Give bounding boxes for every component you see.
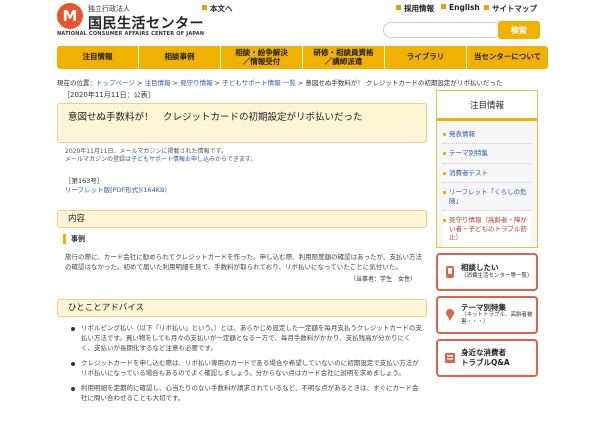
nav-item-library[interactable]: ライブラリ: [385, 46, 467, 69]
sidebar-item-mimamori[interactable]: 見守り情報（高齢者・障がい者・子どものトラブル防止）: [443, 211, 531, 247]
advice-item: 利用明細を定期的に確認し、心当たりのない手数料が請求されているなど、不明な点があ…: [71, 383, 422, 403]
breadcrumb-link-kodomo[interactable]: 子どもサポート情報 一覧: [222, 79, 296, 87]
search-button[interactable]: 検索: [498, 21, 540, 39]
case-heading: 事例: [63, 233, 428, 244]
main-content: ［2020年11月11日：公表］ 意図せぬ手数料が！ クレジットカードの初期設定…: [57, 90, 428, 437]
sidebar: 注目情報 発表情報 テーマ別特集 消費者テスト リーフレット「くらしの危険」 見…: [436, 90, 538, 437]
advice-item: リボルビング払い（以下「リボ払い」という。）とは、あらかじめ設定した一定額を毎月…: [71, 323, 422, 353]
square-bullet-icon: [441, 4, 446, 9]
subscribe-link[interactable]: 子どもサポート情報お申し込み: [131, 156, 215, 163]
case-source: （当事者：学生 女性）: [349, 275, 416, 283]
advice-list: リボルビング払い（以下「リボ払い」という。）とは、あらかじめ設定した一定額を毎月…: [71, 323, 422, 403]
recruit-link[interactable]: 採用情報: [396, 3, 434, 14]
content-heading: 内容: [57, 209, 427, 228]
breadcrumb: 現在の位置：トップページ > 注目情報 > 見守り情報 > 子どもサポート情報 …: [57, 79, 503, 87]
logo-title[interactable]: 国民生活センター: [88, 13, 204, 33]
nav-item-cases[interactable]: 相談事例: [139, 46, 221, 69]
global-nav: 注目情報 相談事例 相談・紛争解決 ／情報受付 研修・相談員資格 ／講師派遣 ラ…: [57, 46, 548, 69]
sidebar-item-theme[interactable]: テーマ別特集: [443, 144, 531, 164]
phone-icon: [446, 265, 454, 278]
sidebar-item-leaflet[interactable]: リーフレット「くらしの危険」: [443, 183, 531, 212]
nav-item-consultation[interactable]: 相談・紛争解決 ／情報受付: [221, 46, 303, 69]
nav-item-training[interactable]: 研修・相談員資格 ／講師派遣: [303, 46, 385, 69]
logo-icon[interactable]: M: [57, 3, 83, 29]
leaflet-pdf-link[interactable]: リーフレット版[PDF形式](164KB): [65, 186, 167, 194]
book-icon: [445, 352, 455, 363]
sitemap-link[interactable]: サイトマップ: [484, 3, 537, 14]
square-bullet-icon: [396, 5, 401, 10]
sidebar-item-test[interactable]: 消費者テスト: [443, 164, 531, 184]
logo-english-name: NATIONAL CONSUMER AFFAIRS CENTER OF JAPA…: [57, 31, 205, 37]
breadcrumb-link-mimamori[interactable]: 見守り情報: [180, 79, 213, 87]
advice-item: クレジットカードを申し込む際は、リボ払い専用のカードである場合や希望していないの…: [71, 358, 422, 378]
breadcrumb-current: 意図せぬ手数料が！ クレジットカードの初期設定がリボ払いだった: [305, 79, 503, 87]
site-header: M 独立行政法人 国民生活センター NATIONAL CONSUMER AFFA…: [0, 0, 598, 44]
square-bullet-icon: [202, 5, 207, 10]
sidebar-menu: 注目情報 発表情報 テーマ別特集 消費者テスト リーフレット「くらしの危険」 見…: [436, 90, 538, 248]
issue-info: ［第163号］ リーフレット版[PDF形式](164KB): [65, 177, 428, 196]
qa-button[interactable]: 身近な消費者 トラブルQ&A: [436, 338, 538, 377]
theme-feature-button[interactable]: テーマ別特集 （ネットトラブル、高齢者被害・・・）: [436, 295, 538, 334]
issue-number: ［第163号］: [65, 176, 104, 185]
english-link[interactable]: English: [441, 3, 480, 12]
skip-to-content-link[interactable]: 本文へ: [202, 3, 233, 14]
breadcrumb-link-top[interactable]: トップページ: [96, 79, 135, 87]
sidebar-title: 注目情報: [437, 91, 537, 121]
page-title: 意図せぬ手数料が！ クレジットカードの初期設定がリボ払いだった: [57, 103, 427, 143]
nav-item-about[interactable]: 当センターについて: [467, 46, 548, 69]
case-text: 旅行の際に、カード会社に勧められてクレジットカードを作った。申し込む際、利用限度…: [65, 252, 422, 271]
nav-item-featured[interactable]: 注目情報: [57, 46, 139, 69]
consult-button[interactable]: 相談したい （消費生活センター等一覧）: [436, 252, 538, 291]
mailmagazine-note: 2020年11月11日、メールマガジンに掲載された情報です。 メールマガジンの登…: [65, 148, 257, 164]
breadcrumb-link-featured[interactable]: 注目情報: [144, 79, 170, 87]
publish-date: ［2020年11月11日：公表］: [63, 91, 155, 99]
sidebar-item-press[interactable]: 発表情報: [443, 125, 531, 145]
square-bullet-icon: [484, 5, 489, 10]
search-input[interactable]: [383, 22, 501, 38]
pin-icon: [446, 308, 454, 321]
advice-heading: ひとことアドバイス: [57, 298, 427, 317]
